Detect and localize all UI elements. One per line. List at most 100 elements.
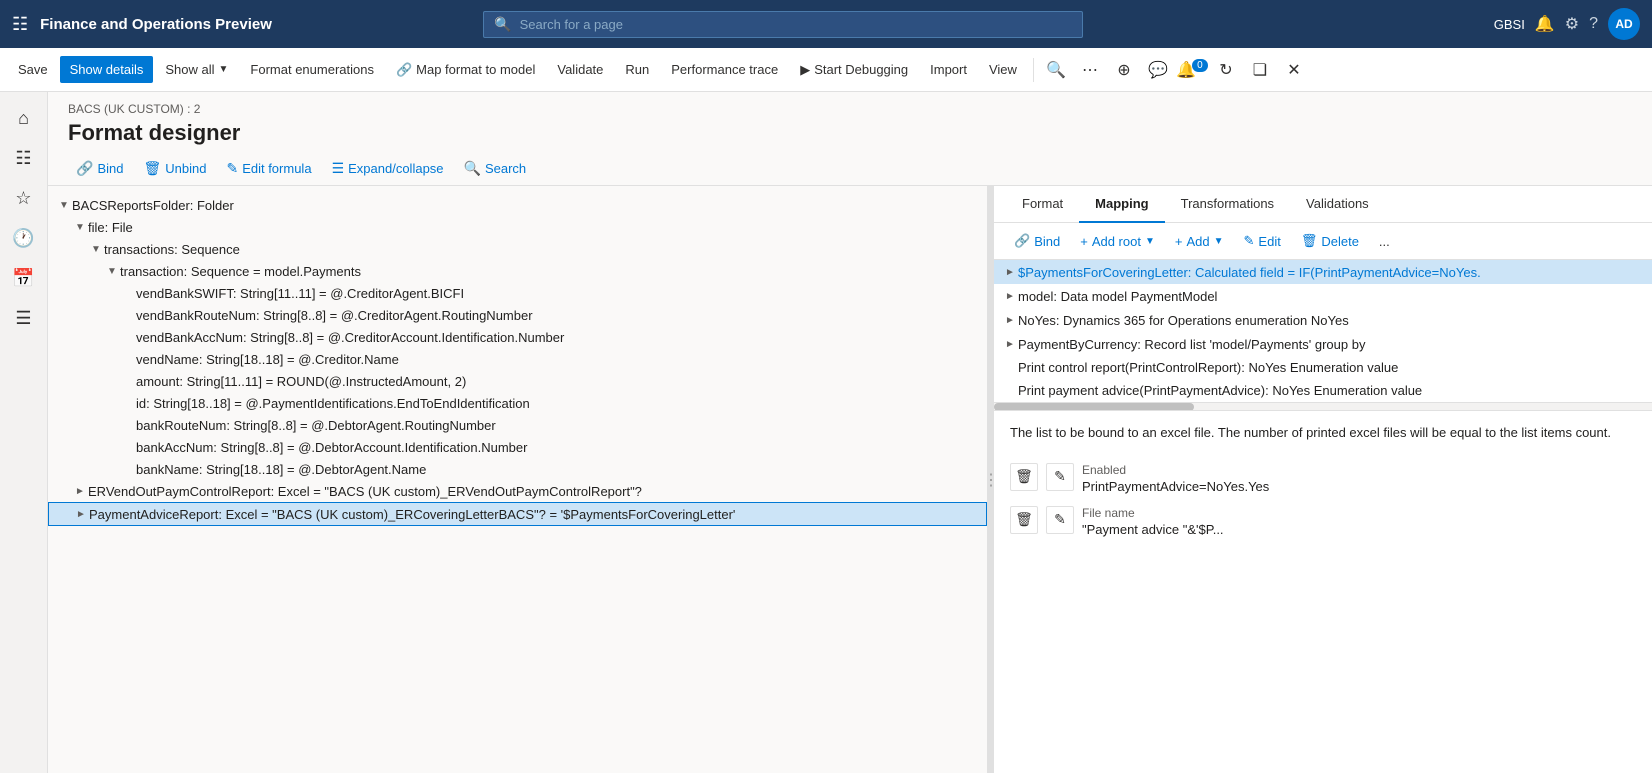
main-layout: ⌂ ☷ ☆ 🕐 📅 ☰ BACS (UK CUSTOM) : 2 Format … <box>0 92 1652 773</box>
settings-icon[interactable]: ⚙ <box>1565 14 1579 34</box>
notification-count: 0 <box>1192 59 1208 72</box>
map-format-to-model-button[interactable]: 🔗 Map format to model <box>386 56 545 84</box>
edit-button[interactable]: ✎ Edit <box>1236 229 1289 253</box>
tab-validations[interactable]: Validations <box>1290 186 1385 223</box>
tree-spacer <box>120 307 136 323</box>
save-button[interactable]: Save <box>8 56 58 83</box>
horizontal-scrollbar[interactable] <box>994 402 1652 410</box>
mapping-pane: Format Mapping Transformations Validatio… <box>994 186 1652 773</box>
properties-section: 🗑 ✎ Enabled PrintPaymentAdvice=NoYes.Yes… <box>994 455 1652 545</box>
edit-property-button[interactable]: ✎ <box>1046 463 1074 491</box>
sidebar-item-home[interactable]: ⌂ <box>6 100 42 136</box>
sidebar-item-recent[interactable]: 🕐 <box>6 220 42 256</box>
tree-item[interactable]: vendName: String[18..18] = @.Creditor.Na… <box>48 348 987 370</box>
help-icon[interactable]: ? <box>1589 15 1598 33</box>
bind-button[interactable]: 🔗 Bind <box>68 156 131 181</box>
search-cmd-icon[interactable]: 🔍 <box>1040 54 1072 86</box>
map-icon: 🔗 <box>396 62 412 78</box>
avatar[interactable]: AD <box>1608 8 1640 40</box>
performance-trace-button[interactable]: Performance trace <box>661 56 788 83</box>
unbind-button[interactable]: 🗑 Unbind <box>135 156 214 181</box>
add-root-chevron: ▼ <box>1145 236 1155 247</box>
grid-icon[interactable]: ⊕ <box>1108 54 1140 86</box>
tree-spacer <box>120 373 136 389</box>
search-button[interactable]: 🔍 Search <box>456 156 535 181</box>
tree-toggle-icon[interactable]: ▼ <box>104 263 120 279</box>
notification-badge-icon[interactable]: 🔔 0 <box>1176 54 1208 86</box>
search-input[interactable] <box>520 17 1073 32</box>
tree-item[interactable]: bankRouteNum: String[8..8] = @.DebtorAge… <box>48 414 987 436</box>
tree-item[interactable]: bankName: String[18..18] = @.DebtorAgent… <box>48 458 987 480</box>
edit-filename-button[interactable]: ✎ <box>1046 506 1074 534</box>
sidebar-item-calendar[interactable]: 📅 <box>6 260 42 296</box>
close-icon[interactable]: ✕ <box>1278 54 1310 86</box>
add-chevron: ▼ <box>1214 236 1224 247</box>
expand-icon[interactable]: ► <box>1002 264 1018 280</box>
tree-item[interactable]: ▼ transaction: Sequence = model.Payments <box>48 260 987 282</box>
map-item[interactable]: Print control report(PrintControlReport)… <box>994 356 1652 379</box>
mapping-tree[interactable]: ► $PaymentsForCoveringLetter: Calculated… <box>994 260 1652 402</box>
message-icon[interactable]: 💬 <box>1142 54 1174 86</box>
format-enumerations-button[interactable]: Format enumerations <box>240 56 384 83</box>
map-item[interactable]: ► $PaymentsForCoveringLetter: Calculated… <box>994 260 1652 284</box>
tree-toggle-icon[interactable]: ► <box>73 506 89 522</box>
add-button[interactable]: + Add ▼ <box>1167 230 1232 253</box>
view-button[interactable]: View <box>979 56 1027 83</box>
map-item[interactable]: ► NoYes: Dynamics 365 for Operations enu… <box>994 308 1652 332</box>
tree-item[interactable]: ▼ file: File <box>48 216 987 238</box>
more-button[interactable]: ... <box>1371 230 1398 253</box>
search-icon: 🔍 <box>494 16 511 33</box>
map-item[interactable]: Print payment advice(PrintPaymentAdvice)… <box>994 379 1652 402</box>
start-debugging-button[interactable]: ▶ Start Debugging <box>790 56 918 84</box>
page-content: BACS (UK CUSTOM) : 2 Format designer 🔗 B… <box>48 92 1652 773</box>
validate-button[interactable]: Validate <box>547 56 613 83</box>
notification-icon[interactable]: 🔔 <box>1535 14 1555 34</box>
edit-formula-button[interactable]: ✎ Edit formula <box>218 156 319 181</box>
tree-item[interactable]: vendBankRouteNum: String[8..8] = @.Credi… <box>48 304 987 326</box>
expand-icon[interactable]: ► <box>1002 288 1018 304</box>
hamburger-icon[interactable]: ☷ <box>12 14 28 35</box>
map-item[interactable]: ► model: Data model PaymentModel <box>994 284 1652 308</box>
delete-filename-button[interactable]: 🗑 <box>1010 506 1038 534</box>
tree-toggle-icon[interactable]: ► <box>72 483 88 499</box>
import-button[interactable]: Import <box>920 56 977 83</box>
tree-item[interactable]: ▼ BACSReportsFolder: Folder <box>48 194 987 216</box>
tree-toggle-icon[interactable]: ▼ <box>72 219 88 235</box>
tree-item[interactable]: id: String[18..18] = @.PaymentIdentifica… <box>48 392 987 414</box>
more-options-icon[interactable]: ⋯ <box>1074 54 1106 86</box>
run-button[interactable]: Run <box>615 56 659 83</box>
tree-item[interactable]: ▼ transactions: Sequence <box>48 238 987 260</box>
tab-format[interactable]: Format <box>1006 186 1079 223</box>
tree-item-selected[interactable]: ► PaymentAdviceReport: Excel = "BACS (UK… <box>48 502 987 526</box>
tree-item[interactable]: vendBankSWIFT: String[11..11] = @.Credit… <box>48 282 987 304</box>
delete-button[interactable]: 🗑 Delete <box>1293 229 1367 253</box>
expand-icon[interactable]: ❏ <box>1244 54 1276 86</box>
tree-item[interactable]: vendBankAccNum: String[8..8] = @.Credito… <box>48 326 987 348</box>
tree-toggle-icon[interactable]: ▼ <box>88 241 104 257</box>
tree-toggle-icon[interactable]: ▼ <box>56 197 72 213</box>
tab-mapping[interactable]: Mapping <box>1079 186 1164 223</box>
delete-property-button[interactable]: 🗑 <box>1010 463 1038 491</box>
sidebar-item-favorites[interactable]: ☆ <box>6 180 42 216</box>
expand-icon[interactable]: ► <box>1002 312 1018 328</box>
map-item[interactable]: ► PaymentByCurrency: Record list 'model/… <box>994 332 1652 356</box>
expand-icon[interactable]: ► <box>1002 336 1018 352</box>
tree-item[interactable]: amount: String[11..11] = ROUND(@.Instruc… <box>48 370 987 392</box>
debug-icon: ▶ <box>800 62 810 78</box>
show-all-button[interactable]: Show all ▼ <box>155 56 238 83</box>
tree-item[interactable]: bankAccNum: String[8..8] = @.DebtorAccou… <box>48 436 987 458</box>
tree-spacer <box>120 329 136 345</box>
global-search-bar[interactable]: 🔍 <box>483 11 1083 38</box>
show-details-button[interactable]: Show details <box>60 56 154 83</box>
breadcrumb: BACS (UK CUSTOM) : 2 <box>68 102 1632 116</box>
expand-collapse-button[interactable]: ☰ Expand/collapse <box>324 156 452 181</box>
add-root-button[interactable]: + Add root ▼ <box>1072 230 1163 253</box>
mapping-bind-button[interactable]: 🔗 Bind <box>1006 229 1068 253</box>
sidebar-item-filter[interactable]: ☷ <box>6 140 42 176</box>
tree-item[interactable]: ► ERVendOutPaymControlReport: Excel = "B… <box>48 480 987 502</box>
format-tree[interactable]: ▼ BACSReportsFolder: Folder ▼ file: File… <box>48 186 987 773</box>
refresh-icon[interactable]: ↻ <box>1210 54 1242 86</box>
tab-transformations[interactable]: Transformations <box>1165 186 1290 223</box>
filename-label: File name <box>1082 506 1636 520</box>
sidebar-item-list[interactable]: ☰ <box>6 300 42 336</box>
